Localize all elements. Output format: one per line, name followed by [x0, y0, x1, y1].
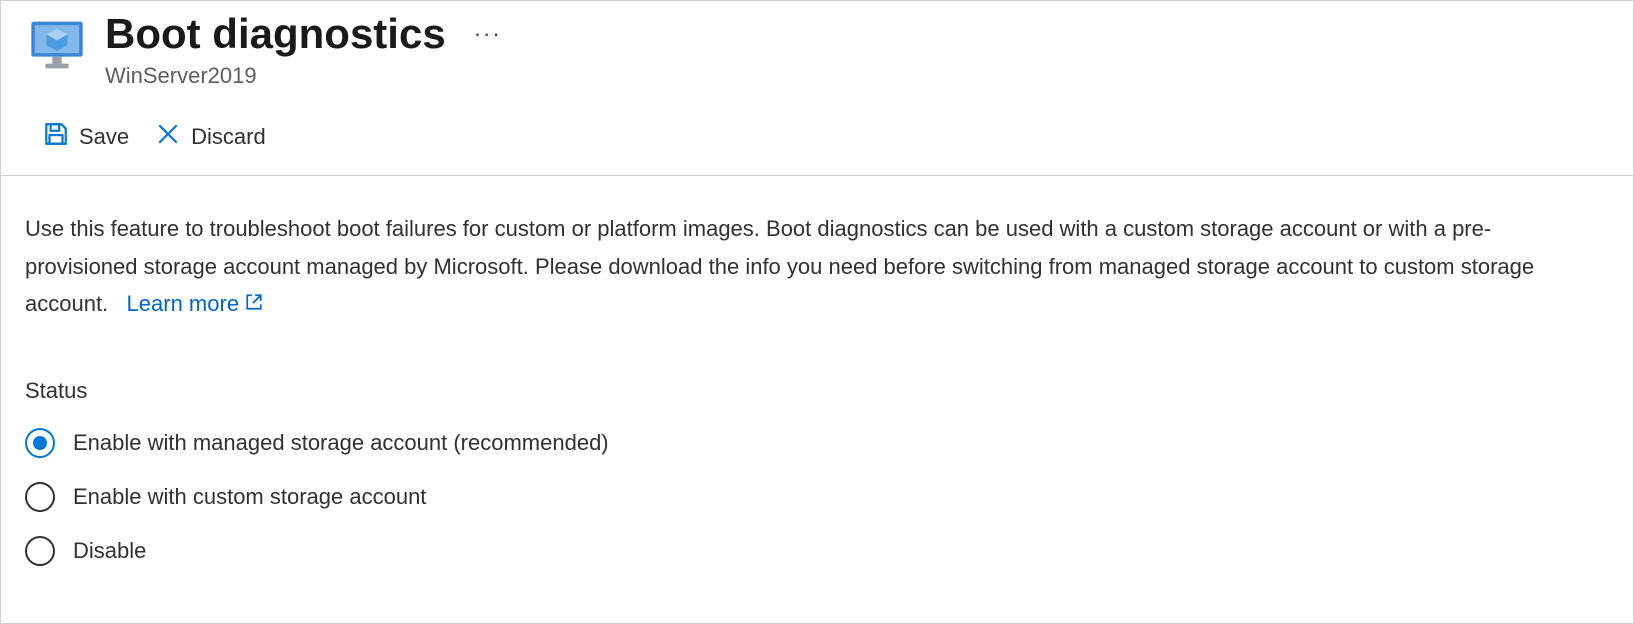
save-button[interactable]: Save — [43, 121, 129, 153]
toolbar: Save Discard — [1, 97, 1633, 176]
page-title: Boot diagnostics — [105, 11, 446, 57]
radio-option-custom[interactable]: Enable with custom storage account — [25, 470, 1609, 524]
radio-icon — [25, 482, 55, 512]
status-radio-group: Enable with managed storage account (rec… — [25, 416, 1609, 578]
radio-option-disable[interactable]: Disable — [25, 524, 1609, 578]
radio-label: Enable with custom storage account — [73, 484, 426, 510]
content-area: Use this feature to troubleshoot boot fa… — [1, 176, 1633, 578]
radio-label: Disable — [73, 538, 146, 564]
external-link-icon — [245, 285, 263, 322]
resource-name: WinServer2019 — [105, 63, 502, 89]
page-header: Boot diagnostics ··· WinServer2019 — [1, 1, 1633, 97]
save-label: Save — [79, 124, 129, 150]
more-actions-button[interactable]: ··· — [474, 21, 502, 47]
close-icon — [155, 121, 181, 153]
discard-button[interactable]: Discard — [155, 121, 266, 153]
vm-icon — [29, 17, 85, 73]
status-label: Status — [25, 378, 1609, 404]
discard-label: Discard — [191, 124, 266, 150]
save-icon — [43, 121, 69, 153]
radio-label: Enable with managed storage account (rec… — [73, 430, 609, 456]
radio-icon — [25, 428, 55, 458]
learn-more-label: Learn more — [127, 285, 240, 322]
description-text: Use this feature to troubleshoot boot fa… — [25, 210, 1585, 322]
boot-diagnostics-panel: Boot diagnostics ··· WinServer2019 Save — [0, 0, 1634, 624]
radio-icon — [25, 536, 55, 566]
radio-option-managed[interactable]: Enable with managed storage account (rec… — [25, 416, 1609, 470]
learn-more-link[interactable]: Learn more — [127, 285, 264, 322]
